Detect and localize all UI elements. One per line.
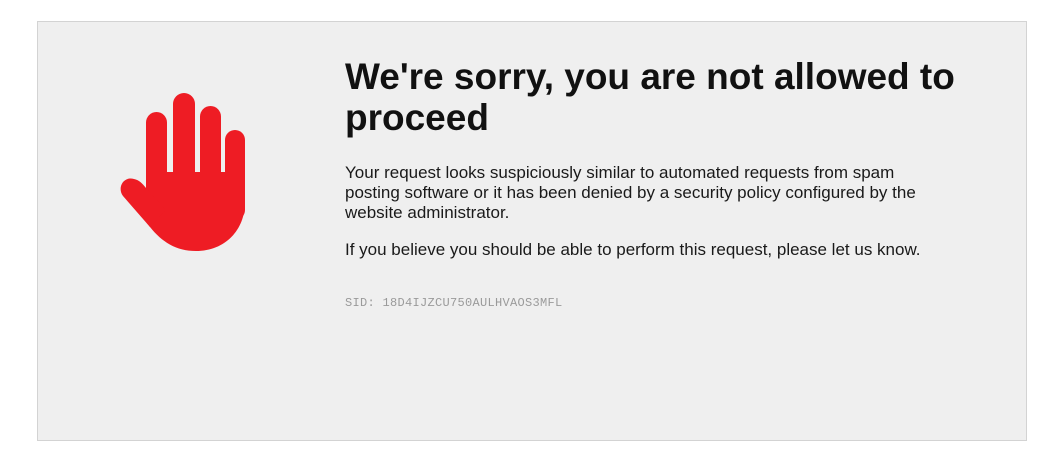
session-id: SID: 18D4IJZCU750AULHVAOS3MFL [345, 296, 563, 310]
error-panel: We're sorry, you are not allowed to proc… [37, 21, 1027, 441]
stop-hand-icon [120, 90, 248, 252]
message-content: We're sorry, you are not allowed to proc… [345, 56, 985, 310]
page-title: We're sorry, you are not allowed to proc… [345, 56, 955, 138]
explanation-text: Your request looks suspiciously similar … [345, 163, 916, 222]
contact-text: If you believe you should be able to per… [345, 240, 921, 259]
